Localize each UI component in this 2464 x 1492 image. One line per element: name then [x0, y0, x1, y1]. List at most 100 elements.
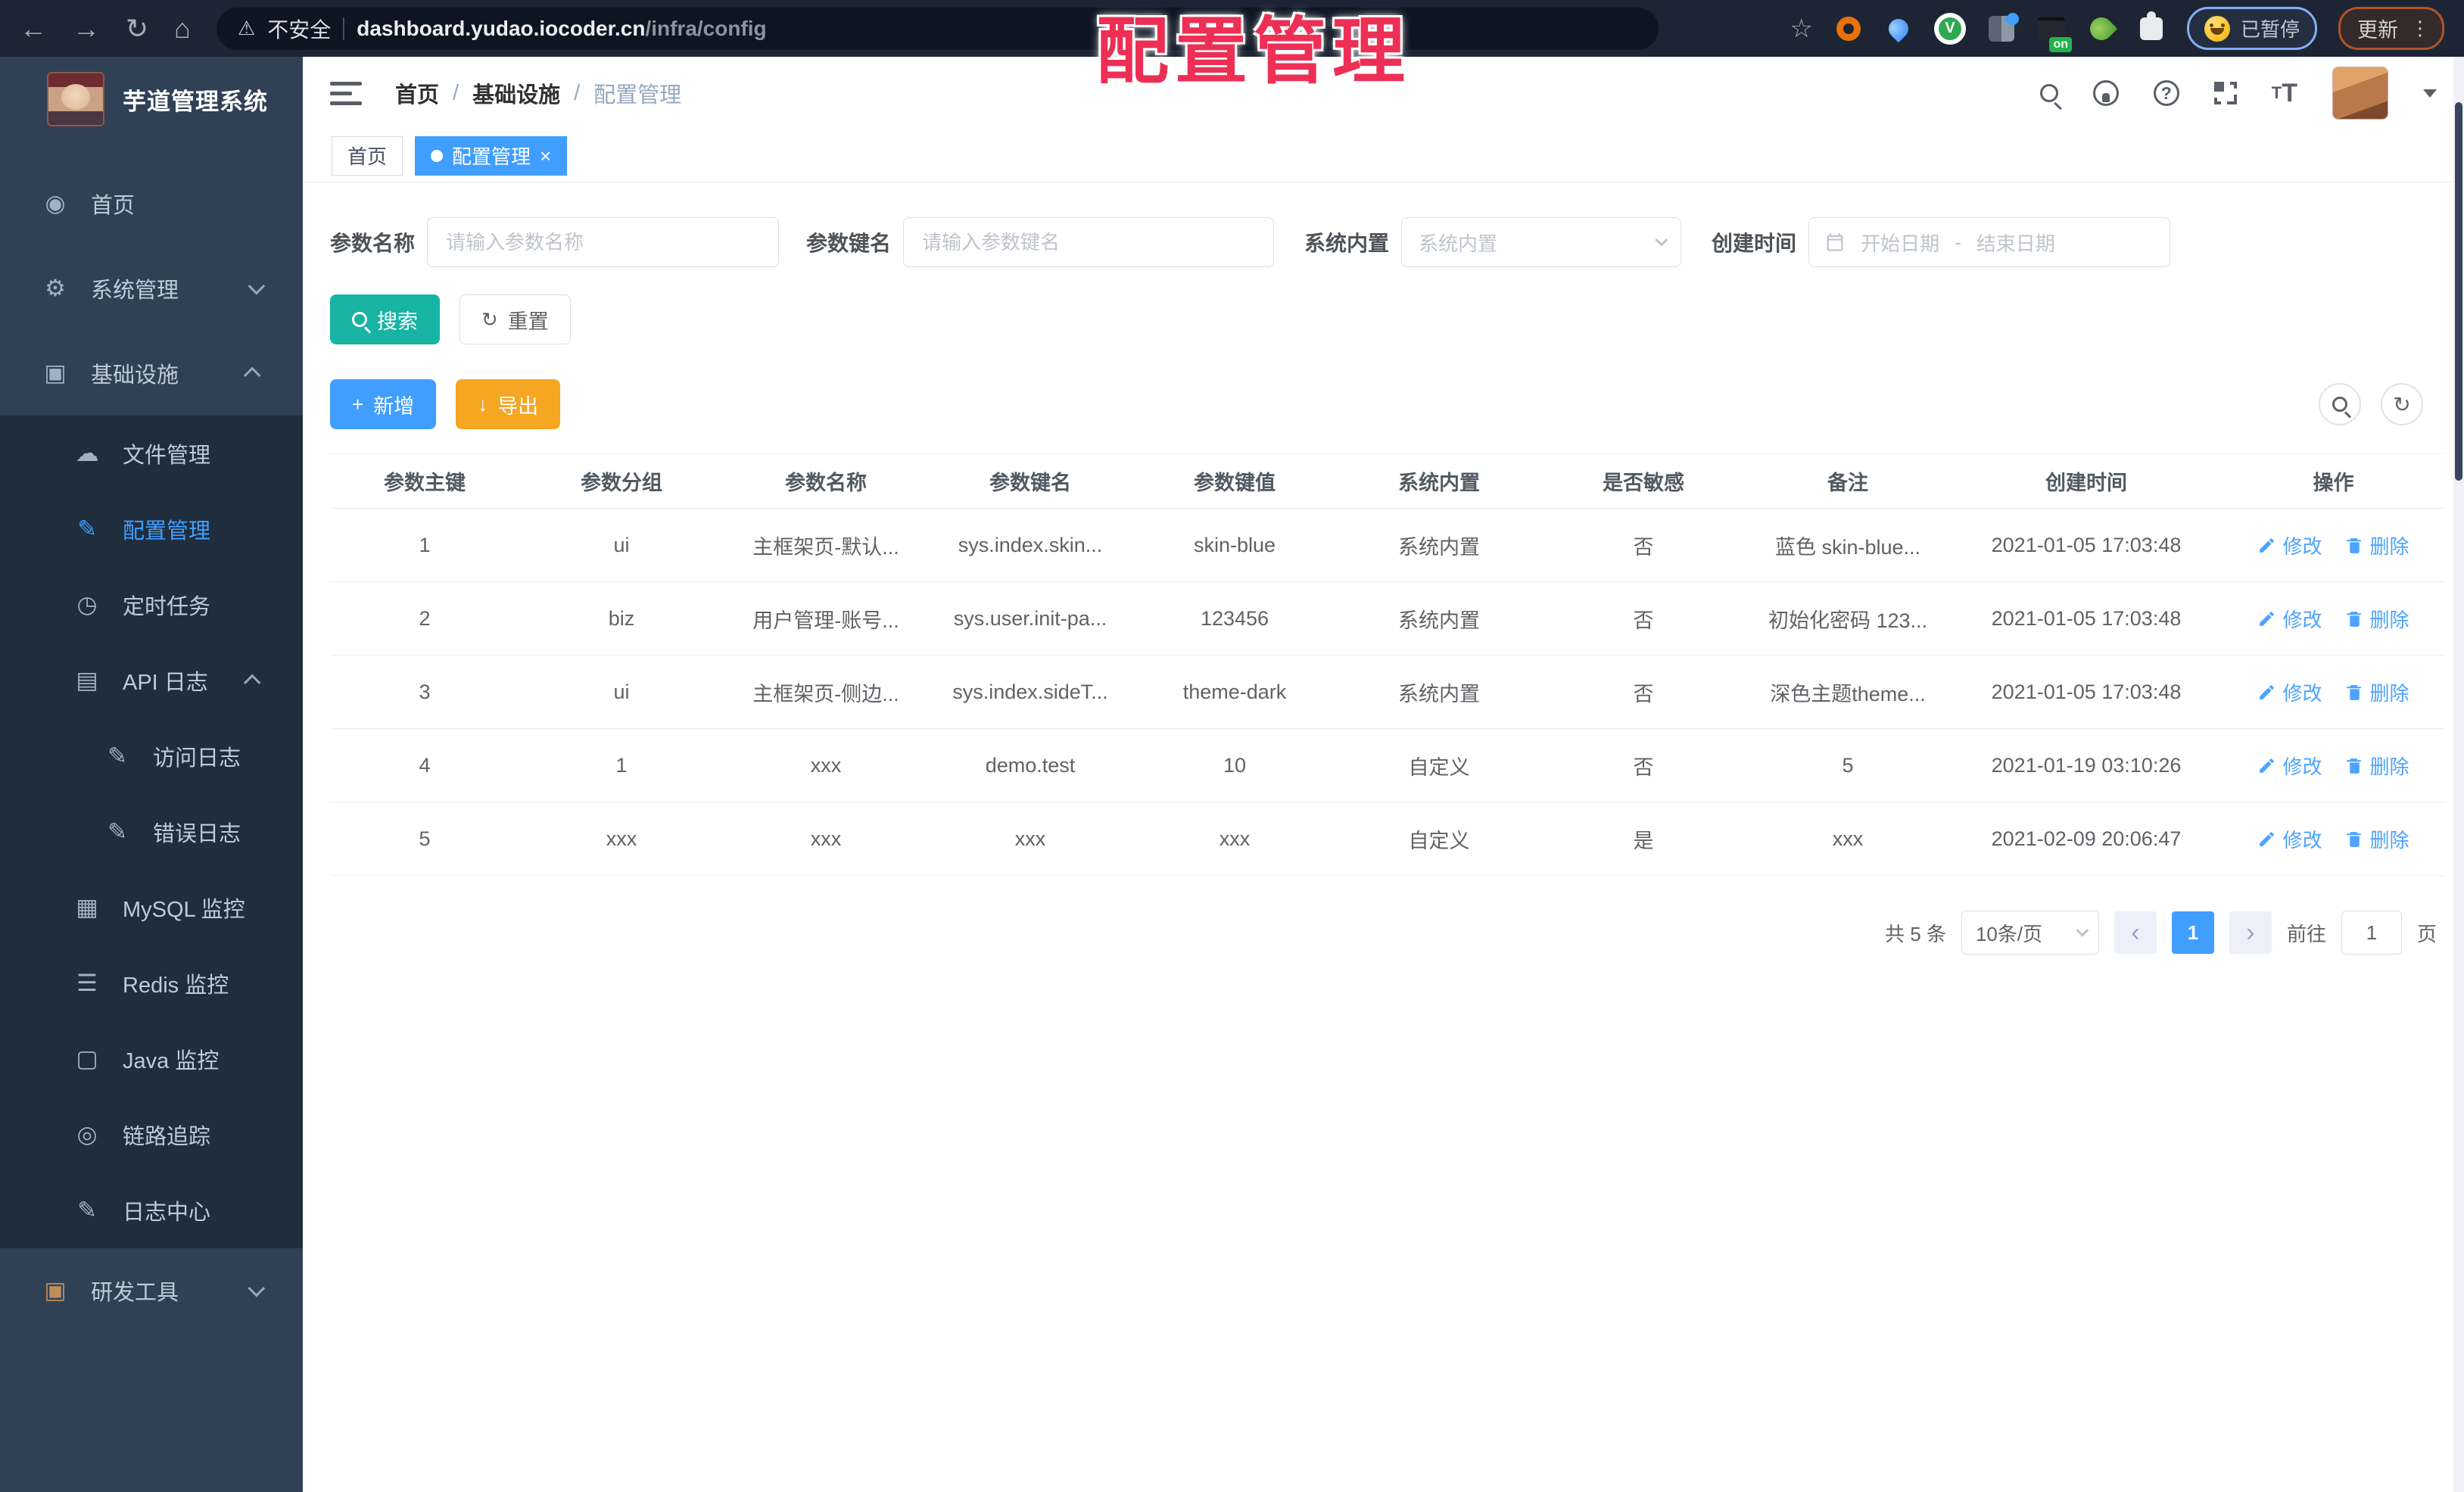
- delete-link[interactable]: 删除: [2345, 605, 2409, 633]
- github-icon[interactable]: [2092, 80, 2119, 106]
- create-time-label: 创建时间: [1712, 232, 1797, 255]
- sidebar-toggle-icon[interactable]: [330, 81, 362, 105]
- home-icon[interactable]: ⌂: [174, 14, 191, 42]
- help-icon[interactable]: ?: [2153, 80, 2179, 106]
- scrollbar-thumb[interactable]: [2455, 102, 2462, 481]
- layers-icon: ☰: [76, 970, 98, 996]
- table-cell: 主框架页-默认...: [752, 535, 899, 559]
- sidebar-item-access-log[interactable]: ✎ 访问日志: [0, 718, 303, 794]
- sidebar-item-api-log[interactable]: ▤ API 日志: [0, 643, 303, 718]
- export-button[interactable]: ↓ 导出: [456, 379, 561, 429]
- chevron-down-icon: [2076, 924, 2089, 937]
- scrollbar[interactable]: [2453, 57, 2464, 1492]
- close-icon[interactable]: ×: [540, 146, 551, 166]
- extensions-puzzle-icon[interactable]: [2137, 11, 2166, 43]
- reload-icon[interactable]: ↻: [126, 14, 148, 42]
- table-cell: demo.test: [985, 753, 1076, 777]
- sidebar-logo-row[interactable]: 芋道管理系统: [0, 57, 303, 142]
- add-button[interactable]: + 新增: [330, 379, 437, 429]
- delete-link[interactable]: 删除: [2345, 825, 2409, 853]
- reset-button[interactable]: ↻ 重置: [459, 294, 571, 344]
- table-cell: 否: [1633, 682, 1654, 706]
- menu-dots-icon[interactable]: ⋮: [2410, 17, 2430, 40]
- select-placeholder: 系统内置: [1419, 232, 1498, 255]
- page-size-select[interactable]: 10条/页: [1961, 911, 2099, 955]
- sidebar-item-dev-tools[interactable]: ▣ 研发工具: [0, 1248, 303, 1333]
- param-key-input[interactable]: [903, 217, 1275, 267]
- search-icon[interactable]: [2039, 84, 2058, 102]
- sidebar-item-home[interactable]: ◉ 首页: [0, 161, 303, 246]
- table-cell: xxx: [606, 827, 637, 850]
- page-unit-label: 页: [2416, 922, 2437, 945]
- page-1-button[interactable]: 1: [2171, 911, 2214, 954]
- goto-page-input[interactable]: [2341, 911, 2402, 955]
- sidebar-menu: ◉ 首页 ⚙ 系统管理 ▣ 基础设施 ☁ 文件管理 ✎ 配置管理 ◷ 定时任务 ▤ API 日志 ✎ 访问日志…: [0, 161, 303, 1492]
- extension-pin-icon[interactable]: [1884, 14, 1913, 43]
- sidebar-item-mysql-monitor[interactable]: ▦ MySQL 监控: [0, 870, 303, 945]
- breadcrumb-infrastructure[interactable]: 基础设施: [472, 77, 560, 109]
- table-cell: 否: [1633, 535, 1654, 559]
- sidebar-item-config-manage[interactable]: ✎ 配置管理: [0, 491, 303, 567]
- back-icon[interactable]: ←: [20, 14, 47, 42]
- edit-link[interactable]: 修改: [2257, 825, 2322, 853]
- sidebar-item-infrastructure[interactable]: ▣ 基础设施: [0, 331, 303, 416]
- extension-dark-icon[interactable]: on: [2037, 14, 2072, 52]
- chart-box-icon: ▣: [44, 360, 67, 386]
- vue-devtools-icon[interactable]: V: [1933, 12, 1966, 45]
- sidebar-item-trace[interactable]: ◎ 链路追踪: [0, 1097, 303, 1173]
- extension-leaf-icon[interactable]: [2085, 12, 2118, 45]
- bookmark-star-icon[interactable]: ☆: [1790, 14, 1813, 44]
- url-bar[interactable]: ⚠ 不安全 dashboard.yudao.iocoder.cn/infra/c…: [216, 7, 1659, 50]
- edit-link[interactable]: 修改: [2257, 678, 2322, 706]
- browser-update-button[interactable]: 更新 ⋮: [2338, 7, 2444, 50]
- table-cell: 2021-01-05 17:03:48: [1991, 606, 2182, 630]
- sidebar-item-error-log[interactable]: ✎ 错误日志: [0, 794, 303, 870]
- param-key-label: 参数键名: [806, 232, 892, 255]
- column-header: 参数名称: [785, 472, 867, 494]
- delete-link[interactable]: 删除: [2345, 531, 2409, 559]
- delete-link[interactable]: 删除: [2345, 678, 2409, 706]
- edit-link[interactable]: 修改: [2257, 752, 2322, 780]
- edit-link[interactable]: 修改: [2257, 531, 2322, 559]
- sidebar-item-redis-monitor[interactable]: ☰ Redis 监控: [0, 945, 303, 1021]
- extension-orange-icon[interactable]: [1834, 14, 1863, 43]
- user-avatar[interactable]: [2332, 67, 2388, 120]
- table-cell: xxx: [1219, 827, 1251, 850]
- fullscreen-icon[interactable]: [2213, 82, 2237, 104]
- system-builtin-select[interactable]: 系统内置: [1401, 217, 1682, 267]
- column-header: 是否敏感: [1603, 472, 1684, 494]
- tab-home[interactable]: 首页: [332, 135, 403, 176]
- edit-link[interactable]: 修改: [2257, 605, 2322, 633]
- forward-icon[interactable]: →: [73, 14, 100, 42]
- sidebar-item-file-manage[interactable]: ☁ 文件管理: [0, 416, 303, 491]
- sidebar-item-system[interactable]: ⚙ 系统管理: [0, 246, 303, 331]
- next-page-button[interactable]: ›: [2229, 911, 2272, 954]
- sidebar-item-scheduled-jobs[interactable]: ◷ 定时任务: [0, 567, 303, 643]
- chevron-down-icon[interactable]: [2423, 89, 2437, 98]
- sidebar-item-java-monitor[interactable]: ▢ Java 监控: [0, 1021, 303, 1097]
- font-size-icon[interactable]: TT: [2272, 79, 2297, 108]
- refresh-table-button[interactable]: ↻: [2381, 383, 2423, 425]
- tab-config-manage[interactable]: 配置管理 ×: [415, 135, 568, 176]
- profile-paused-badge[interactable]: 已暂停: [2186, 7, 2317, 50]
- sidebar-item-label: 文件管理: [123, 444, 211, 468]
- table-cell: theme-dark: [1182, 680, 1287, 703]
- delete-link[interactable]: 删除: [2345, 752, 2409, 780]
- doc-edit-icon: ✎: [107, 743, 127, 769]
- chevron-up-icon: [243, 366, 261, 385]
- sidebar-item-label: 定时任务: [123, 595, 211, 619]
- date-range-picker[interactable]: 开始日期 - 结束日期: [1808, 217, 2171, 267]
- param-name-input[interactable]: [427, 217, 780, 267]
- eye-icon: ◎: [76, 1121, 98, 1148]
- sidebar-item-label: 研发工具: [91, 1281, 179, 1305]
- page-size-value: 10条/页: [1975, 922, 2043, 945]
- extension-squares-icon[interactable]: [1987, 14, 2016, 43]
- breadcrumb-home[interactable]: 首页: [395, 77, 439, 109]
- toggle-search-button[interactable]: [2319, 383, 2361, 425]
- active-dot-icon: [431, 149, 444, 162]
- column-header: 操作: [2313, 472, 2354, 494]
- sidebar-item-log-center[interactable]: ✎ 日志中心: [0, 1173, 303, 1248]
- database-icon: ▦: [76, 894, 98, 920]
- search-button[interactable]: 搜索: [330, 294, 440, 344]
- prev-page-button[interactable]: ‹: [2114, 911, 2157, 954]
